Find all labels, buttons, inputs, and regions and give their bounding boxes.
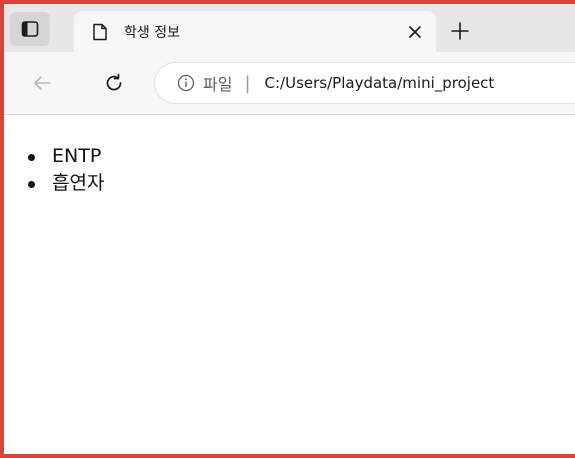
tab-close-button[interactable] bbox=[400, 17, 430, 47]
address-scheme-label: 파일 bbox=[203, 75, 233, 94]
refresh-button[interactable] bbox=[96, 65, 132, 101]
list-item: ENTP bbox=[27, 143, 104, 170]
refresh-icon bbox=[106, 73, 122, 91]
info-list: ENTP 흡연자 bbox=[27, 143, 104, 197]
tab-strip: 학생 정보 bbox=[4, 4, 575, 52]
browser-window: 학생 정보 파일 | C:/Users/Playdata/mini_projec… bbox=[0, 0, 575, 458]
new-tab-button[interactable] bbox=[442, 14, 478, 48]
close-icon bbox=[409, 25, 421, 38]
address-bar[interactable]: 파일 | C:/Users/Playdata/mini_project bbox=[154, 62, 575, 104]
page-content: ENTP 흡연자 bbox=[4, 115, 575, 454]
plus-icon bbox=[451, 22, 469, 40]
file-icon bbox=[93, 23, 107, 40]
back-button[interactable] bbox=[24, 65, 60, 101]
list-item: 흡연자 bbox=[27, 170, 104, 197]
tab-active[interactable]: 학생 정보 bbox=[74, 11, 436, 52]
back-arrow-icon bbox=[34, 76, 51, 90]
browser-toolbar: 파일 | C:/Users/Playdata/mini_project bbox=[4, 52, 575, 115]
tab-title: 학생 정보 bbox=[124, 24, 180, 41]
address-url[interactable]: C:/Users/Playdata/mini_project bbox=[265, 74, 495, 92]
tab-actions-icon bbox=[21, 21, 39, 37]
address-separator: | bbox=[244, 72, 251, 94]
info-icon[interactable] bbox=[177, 74, 195, 92]
tab-actions-button[interactable] bbox=[10, 12, 50, 46]
